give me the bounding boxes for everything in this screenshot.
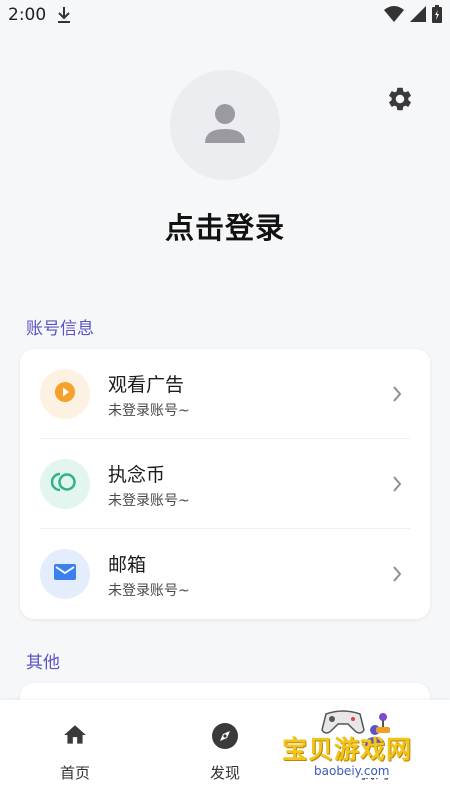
status-icons bbox=[384, 5, 442, 27]
chevron-right-icon bbox=[392, 475, 402, 497]
coin-icon bbox=[50, 470, 79, 498]
watermark-text: 宝贝游戏网 bbox=[282, 735, 413, 764]
nav-label: 首页 bbox=[59, 764, 90, 782]
row-title: 观看广告 bbox=[108, 374, 185, 396]
nav-home[interactable]: 首页 bbox=[0, 700, 150, 800]
account-card: 观看广告 未登录账号~ 执念币 未登录账号~ 邮箱 未登录账号~ bbox=[20, 349, 430, 619]
nav-label: 发现 bbox=[209, 764, 240, 782]
battery-icon bbox=[432, 5, 442, 27]
nav-discover[interactable]: 发现 bbox=[150, 700, 300, 800]
compass-icon bbox=[211, 722, 239, 754]
mail-icon bbox=[53, 562, 77, 586]
chevron-right-icon bbox=[392, 385, 402, 407]
mailbox-row[interactable]: 邮箱 未登录账号~ bbox=[20, 529, 430, 619]
row-title: 邮箱 bbox=[108, 554, 147, 576]
coin-icon-badge bbox=[40, 459, 90, 509]
status-bar: 2:00 bbox=[0, 0, 450, 32]
avatar[interactable] bbox=[170, 70, 280, 180]
account-section-title: 账号信息 bbox=[26, 319, 94, 339]
chevron-right-icon bbox=[392, 565, 402, 587]
watermark: 宝贝游戏网 baobeiy.com bbox=[280, 708, 430, 792]
wifi-icon bbox=[384, 6, 404, 26]
download-icon bbox=[56, 5, 72, 29]
row-subtitle: 未登录账号~ bbox=[108, 583, 190, 599]
signal-icon bbox=[410, 6, 426, 26]
login-prompt[interactable]: 点击登录 bbox=[0, 205, 450, 247]
row-subtitle: 未登录账号~ bbox=[108, 493, 190, 509]
settings-button[interactable] bbox=[385, 86, 415, 116]
gear-icon bbox=[386, 85, 414, 117]
user-icon bbox=[201, 99, 249, 151]
watch-ads-row[interactable]: 观看广告 未登录账号~ bbox=[20, 349, 430, 439]
play-icon bbox=[53, 380, 77, 408]
coins-row[interactable]: 执念币 未登录账号~ bbox=[20, 439, 430, 529]
play-icon-badge bbox=[40, 369, 90, 419]
home-icon bbox=[62, 722, 88, 752]
mail-icon-badge bbox=[40, 549, 90, 599]
other-section-title: 其他 bbox=[26, 653, 60, 673]
watermark-url: baobeiy.com bbox=[308, 764, 396, 778]
row-title: 执念币 bbox=[108, 464, 166, 486]
row-subtitle: 未登录账号~ bbox=[108, 403, 190, 419]
status-time: 2:00 bbox=[8, 5, 47, 25]
